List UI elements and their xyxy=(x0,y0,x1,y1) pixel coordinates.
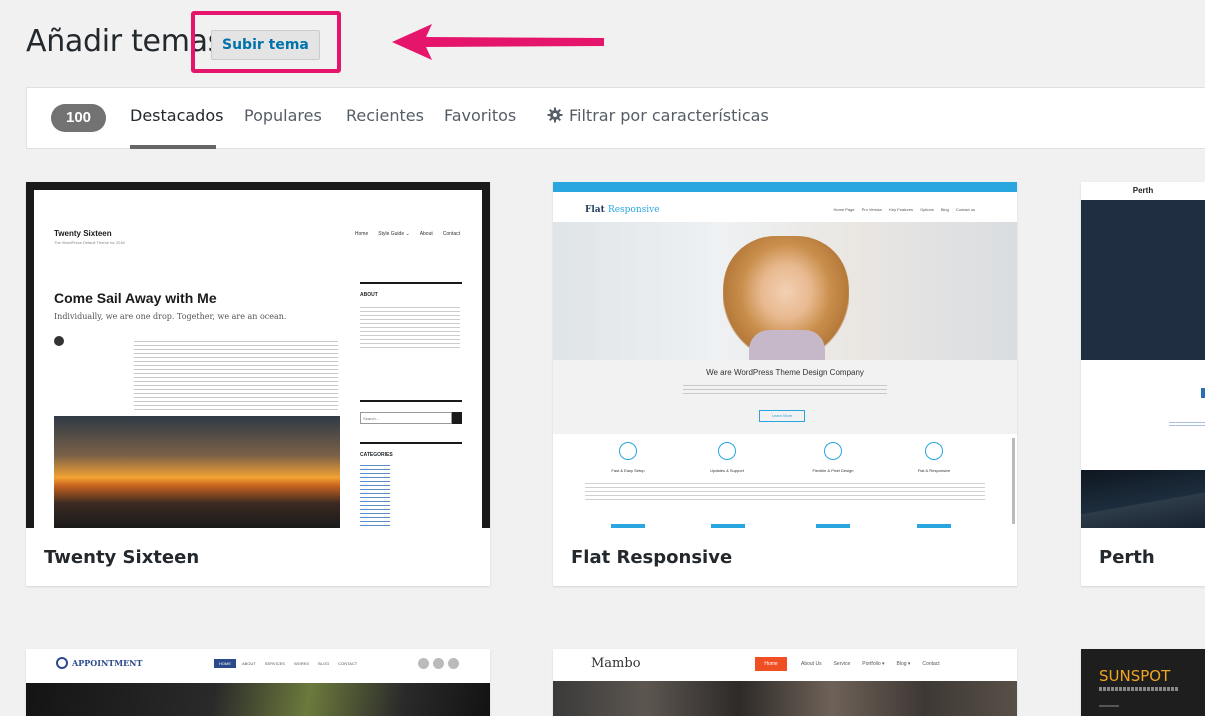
tab-recent[interactable]: Recientes xyxy=(346,106,424,125)
preview-hero-image xyxy=(553,681,1017,716)
preview-post-title: Come Sail Away with Me xyxy=(54,290,217,306)
preview-sunset-image xyxy=(54,416,340,528)
preview-logo: SUNSPOT xyxy=(1099,667,1171,685)
theme-screenshot[interactable]: Mambo Home About Us Service Portfolio ▾ … xyxy=(553,649,1017,716)
preview-hero-image xyxy=(1081,200,1205,360)
preview-learn-more-button: Learn More xyxy=(759,410,805,422)
preview-nav: Home Page Pro Version Key Features Optio… xyxy=(833,207,975,212)
preview-tagline: The WordPress Default Theme for 2016 xyxy=(54,240,125,245)
arrow-annotation-icon xyxy=(392,24,604,60)
preview-site-title: Perth xyxy=(1081,182,1205,200)
theme-screenshot[interactable]: Perth xyxy=(1081,182,1205,528)
tab-featured[interactable]: Destacados xyxy=(130,106,223,125)
active-tab-indicator xyxy=(130,145,216,149)
preview-nav: Home Style Guide ⌄ About Contact xyxy=(354,231,460,237)
preview-search-input: Search... xyxy=(360,412,452,424)
theme-card-flat-responsive[interactable]: Flat Responsive Home Page Pro Version Ke… xyxy=(553,182,1017,586)
preview-site-title: Twenty Sixteen xyxy=(54,229,112,238)
tab-feature-filter[interactable]: Filtrar por características xyxy=(547,106,769,125)
preview-body-text xyxy=(134,338,338,410)
preview-hero-image xyxy=(26,683,490,716)
theme-count-badge: 100 xyxy=(51,104,106,132)
avatar xyxy=(54,336,64,346)
preview-topbar xyxy=(553,182,1017,192)
theme-screenshot[interactable]: SUNSPOT xyxy=(1081,649,1205,716)
theme-card-sunspot[interactable]: SUNSPOT xyxy=(1081,649,1205,716)
theme-screenshot[interactable]: Flat Responsive Home Page Pro Version Ke… xyxy=(553,182,1017,528)
tab-popular[interactable]: Populares xyxy=(244,106,322,125)
preview-scrollbar xyxy=(1012,438,1015,524)
theme-screenshot[interactable]: APPOINTMENT HOME ABOUT SERVICES WORKS BL… xyxy=(26,649,490,716)
theme-card-appointment[interactable]: APPOINTMENT HOME ABOUT SERVICES WORKS BL… xyxy=(26,649,490,716)
tab-feature-filter-label: Filtrar por características xyxy=(569,106,769,125)
preview-logo: Flat Responsive xyxy=(585,205,660,215)
theme-card-twenty-sixteen[interactable]: Twenty Sixteen The WordPress Default The… xyxy=(26,182,490,586)
preview-nav: ABOUT SERVICES WORKS BLOG CONTACT xyxy=(242,661,358,666)
preview-logo: Mambo xyxy=(591,656,641,671)
preview-post-subtitle: Individually, we are one drop. Together,… xyxy=(54,312,287,321)
preview-features: Fast & Easy Setup Updates & Support Flex… xyxy=(553,440,1017,528)
preview-headline: We are WordPress Theme Design Company xyxy=(706,368,864,377)
highlight-annotation-box xyxy=(191,11,341,73)
theme-screenshot[interactable]: Twenty Sixteen The WordPress Default The… xyxy=(26,182,490,528)
theme-name: Perth xyxy=(1099,547,1155,568)
theme-card-perth[interactable]: Perth Perth xyxy=(1081,182,1205,586)
theme-name: Twenty Sixteen xyxy=(44,547,200,568)
theme-card-mambo[interactable]: Mambo Home About Us Service Portfolio ▾ … xyxy=(553,649,1017,716)
preview-hero-image xyxy=(553,222,1017,360)
preview-nav: About Us Service Portfolio ▾ Blog ▾ Cont… xyxy=(801,661,940,667)
preview-logo-icon xyxy=(56,657,68,669)
preview-sidebar-about: ABOUT xyxy=(360,292,378,298)
preview-logo: APPOINTMENT xyxy=(72,658,143,668)
theme-name: Flat Responsive xyxy=(571,547,733,568)
gear-icon xyxy=(547,107,563,123)
theme-filter-bar: 100 Destacados Populares Recientes Favor… xyxy=(26,87,1205,149)
tab-favorites[interactable]: Favoritos xyxy=(444,106,516,125)
preview-sidebar-categories: CATEGORIES xyxy=(360,452,393,458)
